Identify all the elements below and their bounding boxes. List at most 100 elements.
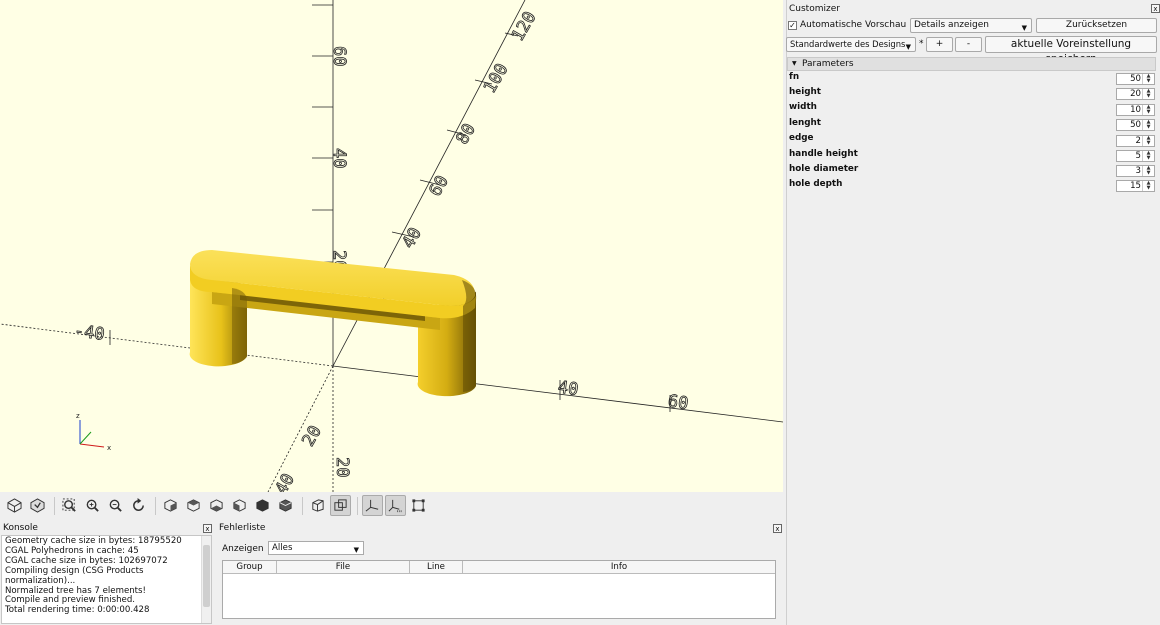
remove-preset-button[interactable]: - [955,37,982,52]
param-input-hole-diameter[interactable]: 3 ▲ ▼ [1116,165,1155,177]
param-value: 15 [1130,181,1141,191]
neg-y-label-20: 20 [298,422,326,450]
error-table-header: Group File Line Info [223,561,775,574]
viewport-scene: 60 40 20 120 100 80 60 40 20 -40 40 60 2… [0,0,783,492]
auto-preview-checkbox[interactable]: ✓ [788,21,797,30]
show-scale-icon[interactable] [385,495,406,516]
toolbar-separator [54,496,55,515]
neg-x-axis-line [0,323,334,367]
y-label-100: 100 [480,60,513,97]
console-line: Total rendering time: 0:00:00.428 [5,605,150,616]
show-axes-icon[interactable] [362,495,383,516]
preset-dropdown[interactable]: Standardwerte des Designs ▼ [786,37,916,52]
param-input-handle-height[interactable]: 5 ▲ ▼ [1116,150,1155,162]
error-list-close-icon[interactable]: x [773,524,782,533]
error-filter-value: Alles [272,543,293,553]
column-file[interactable]: File [277,561,410,573]
x-label-40: 40 [557,377,580,400]
param-value: 50 [1130,74,1141,84]
y-label-40: 40 [398,224,426,252]
param-input-width[interactable]: 10 ▲ ▼ [1116,104,1155,116]
neg-y-axis-line [267,365,334,492]
param-label-handle-height: handle height [789,149,858,159]
console-scroll-thumb[interactable] [203,545,210,607]
param-value: 10 [1130,105,1141,115]
param-input-lenght[interactable]: 50 ▲ ▼ [1116,119,1155,131]
column-group[interactable]: Group [223,561,277,573]
gizmo-z-label: z [76,412,80,420]
auto-preview-label: Automatische Vorschau [800,20,907,30]
view-left-icon[interactable] [229,495,250,516]
error-filter-label: Anzeigen [222,544,264,554]
customizer-panel [786,0,1160,625]
spinner-arrows-icon[interactable]: ▲ ▼ [1142,151,1154,161]
details-dropdown-value: Details anzeigen [914,20,989,30]
add-preset-button[interactable]: + [926,37,953,52]
param-input-edge[interactable]: 2 ▲ ▼ [1116,135,1155,147]
param-label-hole-depth: hole depth [789,179,843,189]
save-preset-button[interactable]: aktuelle Voreinstellung speichern [985,36,1157,65]
console-output[interactable]: Geometry cache size in bytes: 18795520 C… [1,535,212,624]
view-front-icon[interactable] [252,495,273,516]
param-label-width: width [789,102,817,112]
toolbar-separator [302,496,303,515]
param-label-height: height [789,87,822,97]
x-label-60: 60 [667,391,690,414]
param-value: 50 [1130,120,1141,130]
spinner-arrows-icon[interactable]: ▲ ▼ [1142,166,1154,176]
spinner-arrows-icon[interactable]: ▲ ▼ [1142,105,1154,115]
param-value: 3 [1135,166,1141,176]
error-filter-dropdown[interactable]: Alles ▼ [268,541,364,555]
zoom-out-icon[interactable] [105,495,126,516]
column-info[interactable]: Info [463,561,775,573]
spinner-arrows-icon[interactable]: ▲ ▼ [1142,136,1154,146]
spinner-arrows-icon[interactable]: ▲ ▼ [1142,181,1154,191]
param-input-height[interactable]: 20 ▲ ▼ [1116,88,1155,100]
param-input-hole-depth[interactable]: 15 ▲ ▼ [1116,180,1155,192]
reset-view-icon[interactable] [128,495,149,516]
error-table[interactable]: Group File Line Info [222,560,776,619]
view-all-icon[interactable] [59,495,80,516]
chevron-down-icon: ▼ [792,60,797,67]
view-back-icon[interactable] [275,495,296,516]
param-value: 20 [1130,89,1141,99]
spinner-arrows-icon[interactable]: ▲ ▼ [1142,89,1154,99]
view-right-icon[interactable] [160,495,181,516]
gizmo-x-label: x [107,444,111,452]
console-scrollbar[interactable] [201,536,211,623]
console-close-icon[interactable]: x [203,524,212,533]
neg-y-label-40: 40 [271,470,299,492]
z-label-40: 40 [329,148,349,168]
neg-z-label-20: 20 [332,457,352,477]
details-dropdown[interactable]: Details anzeigen ▼ [910,18,1032,33]
param-label-edge: edge [789,133,814,143]
chevron-down-icon: ▼ [905,43,911,51]
z-label-60: 60 [329,46,349,66]
chevron-down-icon: ▼ [1021,24,1027,32]
orthogonal-icon[interactable] [330,495,351,516]
customizer-close-icon[interactable]: x [1151,4,1160,13]
column-line[interactable]: Line [410,561,463,573]
view-toolbar [0,492,783,519]
param-input-fn[interactable]: 50 ▲ ▼ [1116,73,1155,85]
parameters-group-header[interactable]: ▼ Parameters [787,57,1156,71]
error-list-title: Fehlerliste [219,523,266,533]
console-lines: Geometry cache size in bytes: 18795520 C… [5,536,199,616]
render-icon[interactable] [27,495,48,516]
view-top-icon[interactable] [183,495,204,516]
y-label-60: 60 [425,172,453,200]
toolbar-separator [155,496,156,515]
zoom-in-icon[interactable] [82,495,103,516]
preset-dropdown-value: Standardwerte des Designs [790,39,906,49]
parameters-group-title: Parameters [802,59,854,69]
spinner-arrows-icon[interactable]: ▲ ▼ [1142,74,1154,84]
preview-icon[interactable] [4,495,25,516]
show-edges-icon[interactable] [408,495,429,516]
x-label-neg40: -40 [73,321,106,345]
param-label-fn: fn [789,72,800,82]
reset-button[interactable]: Zurücksetzen [1036,18,1157,33]
spinner-arrows-icon[interactable]: ▲ ▼ [1142,120,1154,130]
3d-viewport[interactable]: 60 40 20 120 100 80 60 40 20 -40 40 60 2… [0,0,783,492]
perspective-icon[interactable] [307,495,328,516]
view-bottom-icon[interactable] [206,495,227,516]
